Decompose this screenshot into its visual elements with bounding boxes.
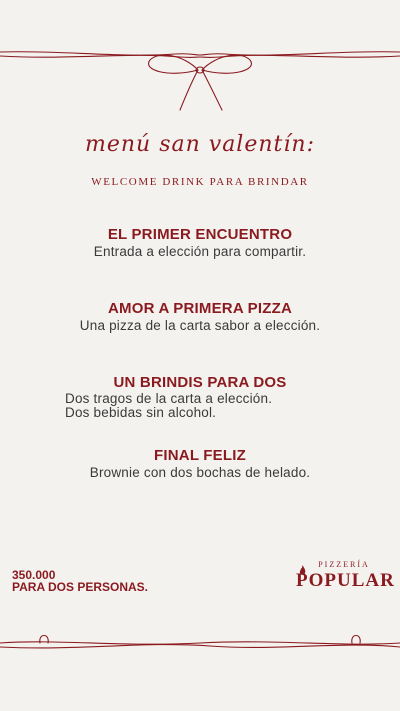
- course-item: AMOR A PRIMERA PIZZA Una pizza de la car…: [0, 300, 400, 333]
- course-description: Dos tragos de la carta a elección. Dos b…: [0, 392, 400, 419]
- course-item: FINAL FELIZ Brownie con dos bochas de he…: [0, 447, 400, 480]
- course-description: Una pizza de la carta sabor a elección.: [79, 318, 321, 333]
- welcome-drink: WELCOME DRINK PARA BRINDAR: [91, 176, 309, 188]
- price-label: PARA DOS PERSONAS.: [12, 580, 149, 594]
- course-description-line: Dos tragos de la carta a elección.: [65, 391, 273, 406]
- course-item: UN BRINDIS PARA DOS Dos tragos de la car…: [0, 374, 400, 419]
- course-title: FINAL FELIZ: [154, 447, 246, 464]
- course-description: Entrada a elección para compartir.: [93, 244, 307, 259]
- course-description-line: Dos bebidas sin alcohol.: [65, 404, 217, 420]
- course-description: Brownie con dos bochas de helado.: [89, 465, 311, 480]
- brand-name: POPULAR: [296, 570, 395, 591]
- flame-icon: [299, 565, 306, 575]
- course-title: EL PRIMER ENCUENTRO: [107, 226, 293, 243]
- menu-title: menú san valentín:: [84, 132, 315, 157]
- price-block: 350.000 PARA DOS PERSONAS.: [12, 569, 148, 593]
- menu-card: menú san valentín: WELCOME DRINK PARA BR…: [0, 0, 400, 711]
- course-item: EL PRIMER ENCUENTRO Entrada a elección p…: [0, 226, 400, 259]
- ribbon-line-icon: [0, 634, 400, 649]
- brand-subtitle: PIZZERÍA: [318, 560, 370, 569]
- course-title: AMOR A PRIMERA PIZZA: [108, 300, 292, 317]
- ribbon-bow-icon: [0, 51, 400, 111]
- course-title: UN BRINDIS PARA DOS: [113, 374, 287, 391]
- brand-logo: PIZZERÍA POPULAR: [296, 560, 395, 591]
